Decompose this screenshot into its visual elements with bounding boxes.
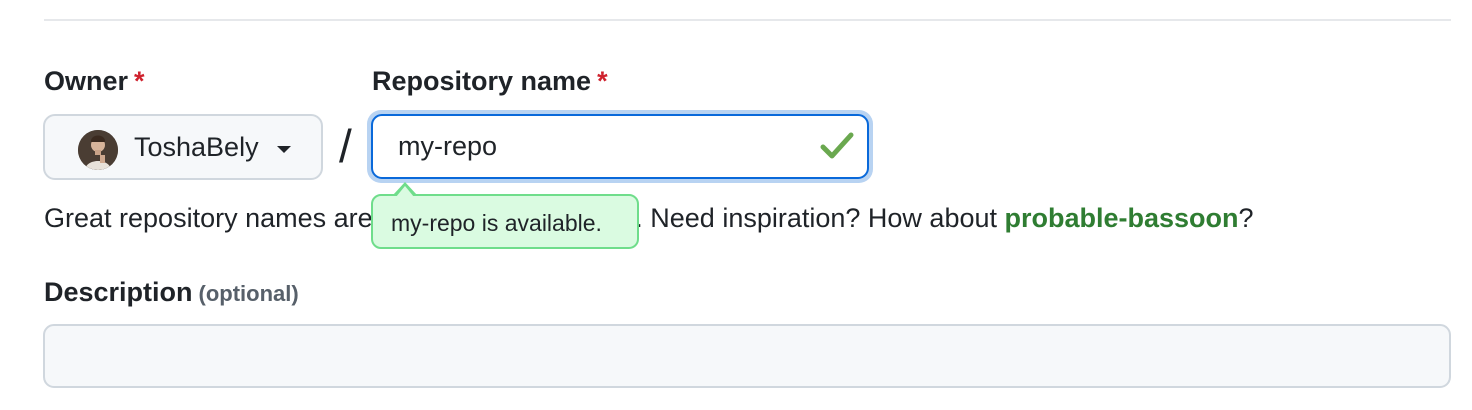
caret-down-icon: [277, 146, 291, 153]
suggested-name-link[interactable]: probable-bassoon: [1005, 203, 1239, 233]
owner-name: ToshaBely: [134, 132, 259, 162]
owner-select-button[interactable]: ToshaBely: [43, 114, 323, 180]
repository-required-marker: *: [597, 66, 608, 96]
description-input[interactable]: [43, 324, 1451, 388]
help-text-after: ?: [1238, 203, 1254, 233]
create-repository-form: Owner* Repository name* ToshaBely / Grea…: [0, 0, 1472, 410]
check-icon: [820, 132, 854, 159]
repository-name-label: Repository name *: [372, 66, 608, 97]
owner-required-marker: *: [134, 66, 145, 96]
repository-name-help: Great repository names are short and mem…: [44, 203, 1254, 234]
user-avatar: [78, 130, 118, 170]
description-label-text: Description: [44, 277, 193, 307]
owner-label-text: Owner: [44, 66, 129, 96]
section-divider: [44, 19, 1451, 21]
description-label: Description (optional): [44, 277, 299, 308]
repository-name-label-text: Repository name: [372, 66, 592, 96]
availability-tooltip: my-repo is available.: [371, 194, 639, 249]
owner-repo-separator: /: [339, 120, 352, 172]
avatar-photo-icon: [78, 130, 118, 170]
availability-tooltip-text: my-repo is available.: [391, 210, 602, 236]
description-optional-note: (optional): [198, 281, 299, 306]
repository-name-focus-ring: [367, 110, 873, 183]
tooltip-arrow: [396, 186, 414, 197]
repository-name-input[interactable]: [371, 114, 869, 179]
owner-label: Owner *: [44, 66, 145, 97]
